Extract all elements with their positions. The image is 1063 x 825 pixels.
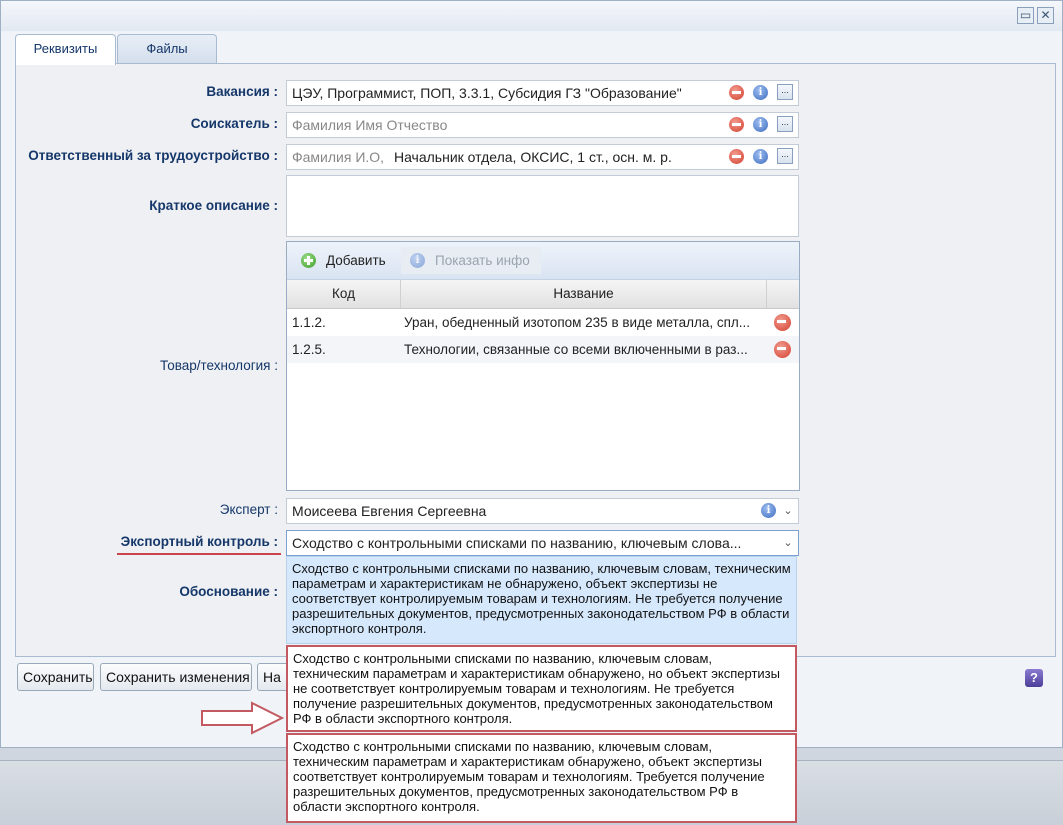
vacancy-label: Вакансия : — [206, 84, 278, 99]
save-button[interactable]: Сохранить — [17, 663, 94, 691]
arrow-icon — [201, 701, 285, 735]
responsible-field[interactable]: Фамилия И.О, Начальник отдела, ОКСИС, 1 … — [286, 144, 799, 170]
table-row[interactable]: 1.2.5. Технологии, связанные со всеми вк… — [287, 336, 799, 363]
dropdown-option[interactable]: Сходство с контрольными списками по назв… — [286, 645, 797, 732]
expert-combo[interactable]: Моисеева Евгения Сергеевна — [286, 498, 799, 524]
vacancy-field[interactable]: ЦЭУ, Программист, ПОП, 3.3.1, Субсидия Г… — [286, 80, 799, 106]
expert-value: Моисеева Евгения Сергеевна — [292, 503, 487, 519]
applicant-label: Соискатель : — [190, 116, 278, 131]
remove-row-icon[interactable] — [774, 341, 791, 358]
tab-requisites[interactable]: Реквизиты — [15, 34, 116, 65]
select-dots-icon[interactable]: ... — [777, 148, 793, 164]
column-header-code[interactable]: Код — [287, 280, 401, 308]
add-icon — [301, 253, 316, 268]
export-control-combo[interactable]: Сходство с контрольными списками по назв… — [286, 530, 799, 556]
save-changes-button[interactable]: Сохранить изменения — [100, 663, 252, 691]
remove-icon[interactable] — [729, 149, 744, 164]
row-code: 1.2.5. — [292, 342, 326, 357]
row-name: Уран, обедненный изотопом 235 в виде мет… — [404, 315, 751, 330]
highlight-underline — [117, 553, 281, 555]
remove-icon[interactable] — [729, 117, 744, 132]
info-icon[interactable]: i — [761, 503, 776, 518]
info-icon[interactable]: i — [753, 117, 768, 132]
remove-row-icon[interactable] — [774, 314, 791, 331]
dropdown-option[interactable]: Сходство с контрольными списками по назв… — [286, 556, 797, 644]
show-info-button[interactable]: i Показать инфо — [401, 247, 541, 274]
goods-grid: Добавить i Показать инфо Код Название 1.… — [286, 241, 800, 491]
select-dots-icon[interactable]: ... — [777, 116, 793, 132]
short-description-label: Краткое описание : — [149, 198, 278, 213]
remove-icon[interactable] — [729, 85, 744, 100]
add-button[interactable]: Добавить — [295, 247, 391, 274]
expert-label: Эксперт : — [219, 502, 278, 517]
info-icon[interactable]: i — [753, 149, 768, 164]
title-bar: ▭ ✕ — [1, 1, 1062, 31]
chevron-down-icon[interactable]: ⌄ — [782, 537, 794, 549]
applicant-placeholder: Фамилия Имя Отчество — [292, 117, 448, 133]
dropdown-option[interactable]: Сходство с контрольными списками по назв… — [286, 733, 797, 823]
close-icon[interactable]: ✕ — [1037, 7, 1054, 24]
tab-files[interactable]: Файлы — [117, 34, 217, 63]
row-name: Технологии, связанные со всеми включенны… — [404, 342, 748, 357]
chevron-down-icon[interactable]: ⌄ — [782, 505, 794, 517]
justification-label: Обоснование : — [179, 584, 278, 599]
column-header-name[interactable]: Название — [401, 280, 767, 308]
export-control-label: Экспортный контроль : — [120, 534, 278, 549]
row-code: 1.1.2. — [292, 315, 326, 330]
grid-toolbar: Добавить i Показать инфо — [287, 242, 799, 280]
responsible-label: Ответственный за трудоустройство : — [28, 148, 278, 163]
short-description-textarea[interactable] — [286, 175, 799, 237]
goods-label: Товар/технология : — [160, 358, 278, 373]
vacancy-value: ЦЭУ, Программист, ПОП, 3.3.1, Субсидия Г… — [292, 85, 682, 101]
grid-header: Код Название — [287, 280, 799, 309]
help-icon[interactable]: ? — [1025, 669, 1043, 687]
show-info-label: Показать инфо — [435, 253, 530, 268]
responsible-placeholder: Фамилия И.О, — [292, 149, 385, 165]
select-dots-icon[interactable]: ... — [777, 84, 793, 100]
info-icon[interactable]: i — [753, 85, 768, 100]
info-icon: i — [410, 253, 425, 268]
export-control-value: Сходство с контрольными списками по назв… — [292, 535, 742, 551]
applicant-field[interactable]: Фамилия Имя Отчество — [286, 112, 799, 138]
restore-icon[interactable]: ▭ — [1017, 7, 1034, 24]
add-button-label: Добавить — [326, 253, 386, 268]
responsible-value: Начальник отдела, ОКСИС, 1 ст., осн. м. … — [393, 149, 672, 165]
table-row[interactable]: 1.1.2. Уран, обедненный изотопом 235 в в… — [287, 309, 799, 336]
